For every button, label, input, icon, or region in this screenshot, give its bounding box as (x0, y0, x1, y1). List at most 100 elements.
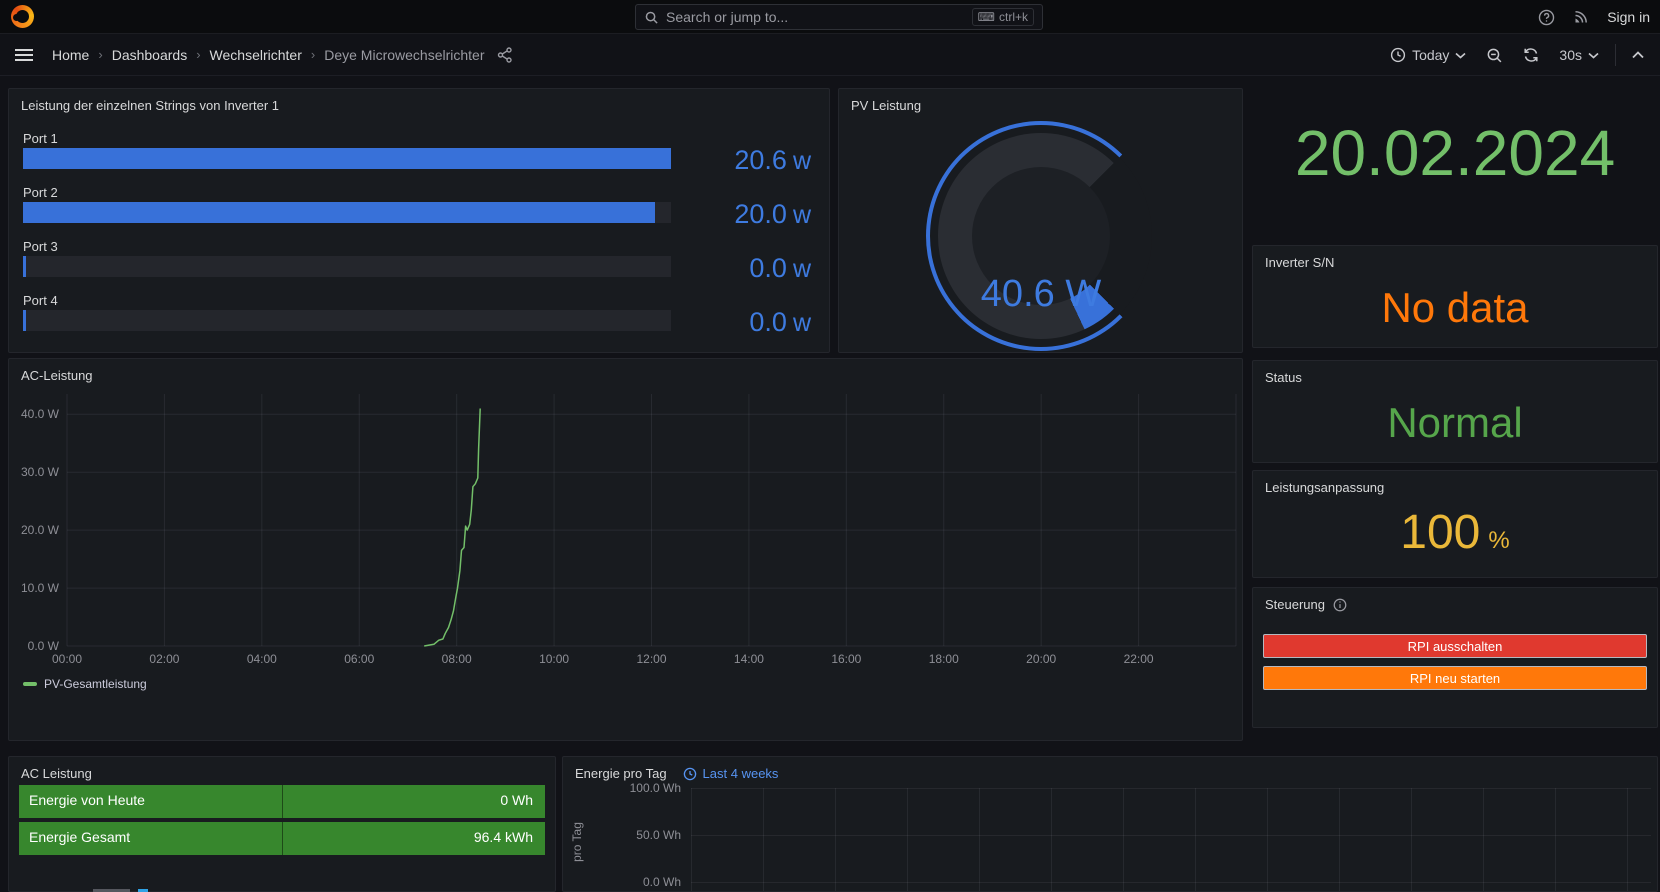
bar-fill (23, 202, 655, 223)
bar-gauge-row: Port 3 0.0w (23, 239, 811, 283)
x-tick-label: 02:00 (149, 652, 179, 666)
port-value: 20.0w (661, 199, 811, 230)
keyboard-icon: ⌨ (978, 10, 995, 24)
bar-track (23, 256, 671, 277)
bar-track (23, 148, 671, 169)
rpi-shutdown-button[interactable]: RPI ausschalten (1263, 634, 1647, 658)
x-tick-label: 06:00 (344, 652, 374, 666)
bar-track (23, 310, 671, 331)
menu-toggle-button[interactable] (14, 47, 34, 63)
x-tick-label: 12:00 (636, 652, 666, 666)
panel-daily-energy: Energie pro Tag Last 4 weeks pro Tag 100… (562, 756, 1658, 892)
x-tick-label: 14:00 (734, 652, 764, 666)
x-tick-label: 00:00 (52, 652, 82, 666)
panel-title: Energie pro Tag (563, 757, 667, 781)
x-tick-label: 18:00 (929, 652, 959, 666)
port-value: 0.0w (661, 307, 811, 338)
chevron-up-icon (1632, 51, 1644, 59)
breadcrumb-separator: › (98, 47, 102, 62)
breadcrumb-separator: › (196, 47, 200, 62)
y-tick-label: 100.0 Wh (603, 781, 681, 795)
y-axis-title: pro Tag (570, 792, 584, 892)
x-tick-label: 04:00 (247, 652, 277, 666)
zoom-out-icon (1486, 47, 1503, 64)
panel-time-range-link[interactable]: Last 4 weeks (683, 757, 779, 781)
panel-pv-gauge: PV Leistung 40.6 W (838, 88, 1243, 353)
news-button[interactable] (1573, 9, 1589, 25)
share-dashboard-button[interactable] (497, 47, 513, 63)
panel-title: Leistungsanpassung (1253, 471, 1657, 495)
panel-strings: Leistung der einzelnen Strings von Inver… (8, 88, 830, 353)
help-circle-icon (1538, 9, 1555, 26)
table-cell-label: Energie von Heute (29, 792, 145, 808)
chevron-down-icon (1588, 52, 1599, 59)
breadcrumb-folder[interactable]: Wechselrichter (210, 47, 302, 63)
y-tick-label: 40.0 W (9, 407, 59, 421)
gridline (691, 788, 1651, 789)
bar-gauge-row: Port 2 20.0w (23, 185, 811, 229)
table-cell-value: 96.4 kWh (474, 829, 533, 845)
breadcrumb-separator: › (311, 47, 315, 62)
gauge-value: 40.6 W (926, 273, 1156, 316)
y-axis-labels: 0.0 W10.0 W20.0 W30.0 W40.0 W (9, 394, 59, 646)
refresh-interval-picker[interactable]: 30s (1551, 41, 1607, 69)
port-label: Port 3 (23, 239, 811, 254)
x-tick-label: 22:00 (1124, 652, 1154, 666)
bar-fill (23, 310, 26, 331)
top-nav: Search or jump to... ⌨ctrl+k Sign in (0, 0, 1660, 34)
breadcrumb-home[interactable]: Home (52, 47, 89, 63)
legend-label: PV-Gesamtleistung (44, 677, 147, 691)
y-tick-label: 10.0 W (9, 581, 59, 595)
table-cell-value: 0 Wh (500, 792, 533, 808)
shortcut-hint: ⌨ctrl+k (972, 8, 1034, 26)
zoom-out-button[interactable] (1478, 41, 1511, 70)
search-input[interactable]: Search or jump to... ⌨ctrl+k (635, 4, 1043, 30)
breadcrumb-bar: Home › Dashboards › Wechselrichter › Dey… (0, 34, 1660, 76)
inverter-sn-value: No data (1253, 284, 1657, 332)
port-value: 20.6w (661, 145, 811, 176)
grafana-logo[interactable] (11, 5, 34, 28)
bar-gauge-row: Port 4 0.0w (23, 293, 811, 337)
help-button[interactable] (1538, 9, 1555, 26)
port-label: Port 4 (23, 293, 811, 308)
kiosk-mode-button[interactable] (1624, 45, 1652, 65)
legend-swatch (23, 682, 37, 686)
refresh-icon (1523, 47, 1539, 63)
panel-inverter-sn: Inverter S/N No data (1252, 245, 1658, 348)
bar-fill (23, 256, 26, 277)
panel-date: 20.02.2024 (1252, 88, 1658, 238)
y-tick-label: 0.0 W (9, 639, 59, 653)
table-row: Energie von Heute 0 Wh (19, 785, 545, 818)
hamburger-icon (14, 47, 34, 63)
sign-in-link[interactable]: Sign in (1607, 9, 1650, 25)
refresh-button[interactable] (1515, 41, 1547, 69)
clock-icon (1390, 47, 1406, 63)
pv-gauge: 40.6 W (926, 121, 1156, 351)
x-tick-label: 20:00 (1026, 652, 1056, 666)
panel-ac-table: AC Leistung Energie von Heute 0 Wh Energ… (8, 756, 556, 892)
pv-gesamtleistung-series (424, 409, 480, 647)
time-range-picker[interactable]: Today (1382, 41, 1474, 69)
gridline (691, 882, 1651, 883)
y-tick-label: 0.0 Wh (603, 875, 681, 889)
panel-title: Status (1253, 361, 1657, 385)
search-icon (644, 10, 659, 25)
port-value: 0.0w (661, 253, 811, 284)
x-tick-label: 16:00 (831, 652, 861, 666)
share-icon (497, 47, 513, 63)
breadcrumb-dashboards[interactable]: Dashboards (112, 47, 188, 63)
search-placeholder: Search or jump to... (666, 9, 965, 25)
panel-title: AC Leistung (9, 757, 555, 781)
info-icon[interactable] (1333, 598, 1347, 612)
y-tick-label: 30.0 W (9, 465, 59, 479)
breadcrumb: Home › Dashboards › Wechselrichter › Dey… (52, 47, 485, 63)
chevron-down-icon (1455, 52, 1466, 59)
date-value: 20.02.2024 (1252, 116, 1658, 190)
panel-title: Inverter S/N (1253, 246, 1657, 270)
rpi-restart-button[interactable]: RPI neu starten (1263, 666, 1647, 690)
y-tick-label: 50.0 Wh (603, 828, 681, 842)
panel-title: AC-Leistung (9, 359, 1242, 383)
status-value: Normal (1253, 399, 1657, 447)
legend-item[interactable]: PV-Gesamtleistung (23, 677, 147, 691)
panel-status: Status Normal (1252, 360, 1658, 463)
